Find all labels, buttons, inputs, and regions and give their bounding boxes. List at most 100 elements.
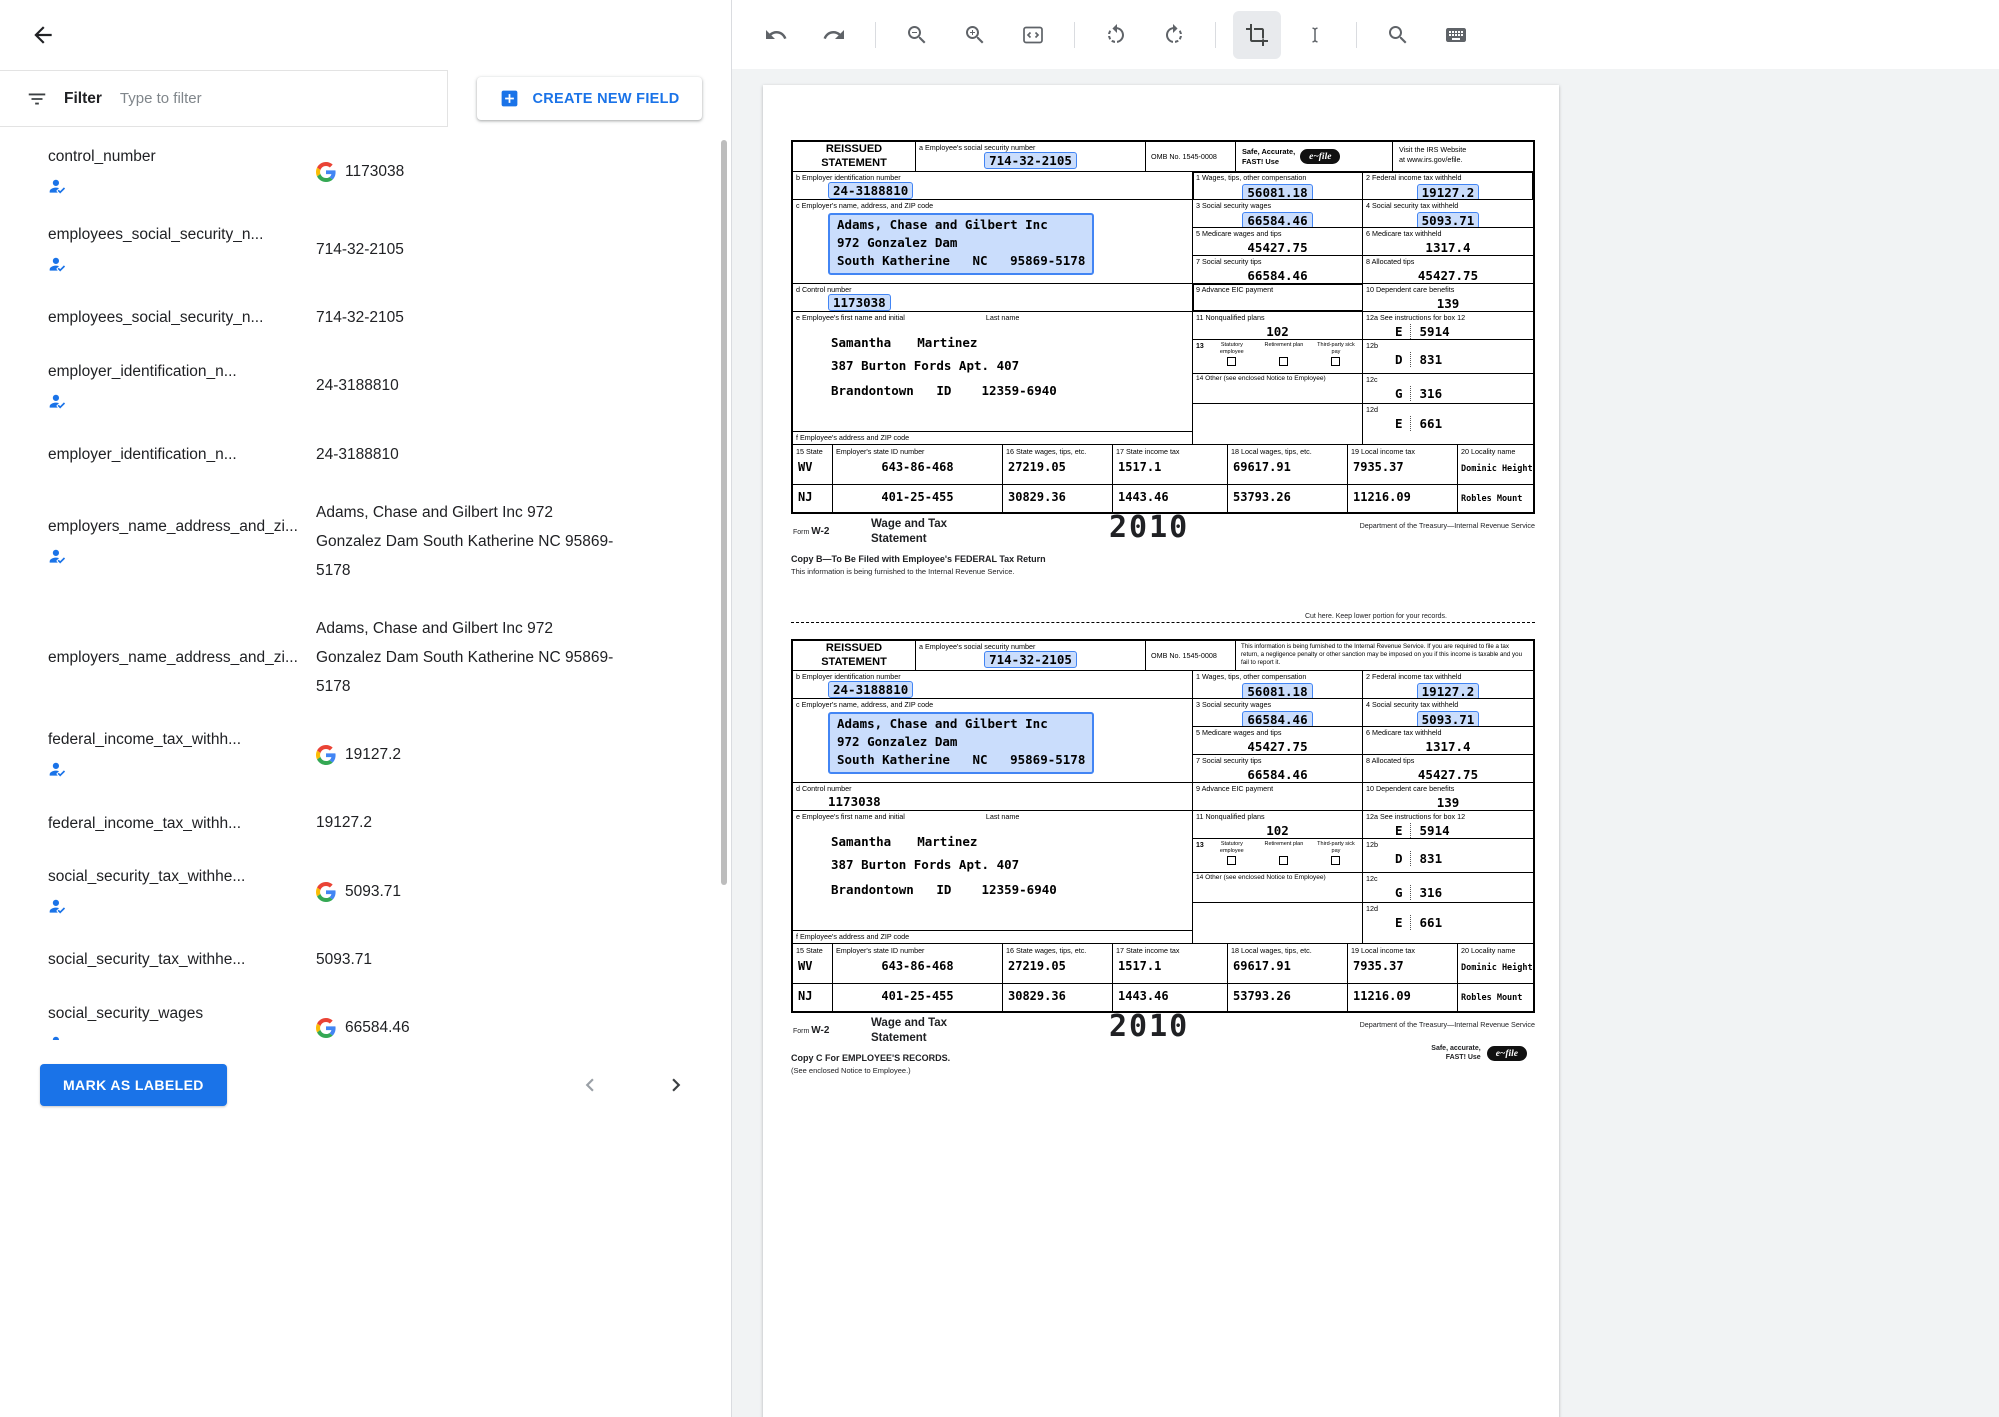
create-new-field-label: CREATE NEW FIELD <box>532 91 679 107</box>
human-reviewed-icon <box>48 391 298 411</box>
field-row[interactable]: social_security_tax_withhe... 5093.71 <box>48 931 705 990</box>
labeling-side-panel: Filter CREATE NEW FIELD control_number <box>0 0 732 1417</box>
box-2-cell: 2 Federal income tax withheld 19127.2 <box>1363 671 1533 698</box>
field-row[interactable]: social_security_wages 66584.46 <box>48 990 705 1040</box>
w2-header-row: REISSUED STATEMENT a Employee's social s… <box>793 142 1533 172</box>
irs-website-note: Visit the IRS Website at www.irs.gov/efi… <box>1393 142 1533 171</box>
box-3-value[interactable]: 66584.46 <box>1242 212 1312 227</box>
employer-address-value[interactable]: Adams, Chase and Gilbert Inc 972 Gonzale… <box>828 213 1094 275</box>
field-row[interactable]: employers_name_address_and_zi... Adams, … <box>48 600 705 716</box>
control-number-value[interactable]: 1173038 <box>828 294 891 311</box>
field-name: social_security_tax_withhe... <box>48 868 298 886</box>
box-2-value[interactable]: 19127.2 <box>1417 184 1480 199</box>
control-number-cell: d Control number 1173038 <box>793 284 1192 312</box>
ein-label: b Employer identification number <box>793 172 1192 182</box>
employer-address-value[interactable]: Adams, Chase and Gilbert Inc 972 Gonzale… <box>828 712 1094 774</box>
zoom-out-button[interactable] <box>893 11 941 59</box>
field-value-block: 66584.46 <box>316 1014 410 1040</box>
box-4-value[interactable]: 5093.71 <box>1417 711 1480 726</box>
ssn-cell: a Employee's social security number 714-… <box>916 641 1146 670</box>
add-bounding-box-button[interactable] <box>1233 11 1281 59</box>
field-row[interactable]: employees_social_security_n... 714-32-21… <box>48 289 705 348</box>
add-box-icon <box>499 88 520 109</box>
box-11-cell: 11 Nonqualified plans 102 <box>1193 811 1363 838</box>
human-reviewed-icon <box>48 546 298 566</box>
previous-document-button[interactable] <box>571 1066 609 1104</box>
box-1-2-row: 1 Wages, tips, other compensation 56081.… <box>1193 671 1533 699</box>
redo-button[interactable] <box>810 11 858 59</box>
field-row[interactable]: federal_income_tax_withh... 19127.2 <box>48 716 705 794</box>
box-2-value[interactable]: 19127.2 <box>1417 683 1480 698</box>
document-viewer[interactable]: REISSUED STATEMENT a Employee's social s… <box>732 69 1999 1417</box>
code-icon <box>1021 23 1045 47</box>
local-tax-2: 11216.09 <box>1348 490 1457 504</box>
w2-left-column: b Employer identification number 24-3188… <box>793 172 1193 444</box>
text-select-icon <box>1303 23 1327 47</box>
box-5-6-row: 5 Medicare wages and tips 45427.75 6 Med… <box>1193 727 1533 755</box>
control-number-label: d Control number <box>793 284 1192 294</box>
rotate-right-button[interactable] <box>1150 11 1198 59</box>
ssn-value[interactable]: 714-32-2105 <box>984 651 1077 668</box>
back-button[interactable] <box>24 16 62 54</box>
omb-number: OMB No. 1545-0008 <box>1146 142 1236 171</box>
box-12a-value: 5914 <box>1411 823 1450 838</box>
w2-right-column: 1 Wages, tips, other compensation 56081.… <box>1193 172 1533 444</box>
code-view-button[interactable] <box>1009 11 1057 59</box>
filter-bar: Filter <box>0 70 448 127</box>
field-row[interactable]: employers_name_address_and_zi... Adams, … <box>48 484 705 600</box>
form-number: Form W-2 <box>793 1025 829 1036</box>
footer-efile-promo: Safe, accurate, FAST! Use e~file <box>1431 1045 1527 1063</box>
box-1-value[interactable]: 56081.18 <box>1242 683 1312 698</box>
ein-value[interactable]: 24-3188810 <box>828 681 913 698</box>
control-number-value[interactable]: 1173038 <box>828 794 881 809</box>
employee-city-zip: Brandontown ID 12359-6940 <box>831 383 1057 398</box>
field-name-block: employers_name_address_and_zi... <box>48 649 316 667</box>
box-14-cell: 14 Other (see enclosed Notice to Employe… <box>1193 374 1363 403</box>
box-12a-cell: 12a See instructions for box 12 E5914 <box>1363 312 1533 339</box>
box-1-value[interactable]: 56081.18 <box>1242 184 1312 199</box>
field-row[interactable]: social_security_tax_withhe... 5093.71 <box>48 853 705 931</box>
ssn-value[interactable]: 714-32-2105 <box>984 152 1077 169</box>
box-1-cell: 1 Wages, tips, other compensation 56081.… <box>1193 671 1363 698</box>
field-value: 714-32-2105 <box>316 236 404 265</box>
field-row[interactable]: employees_social_security_n... 714-32-21… <box>48 211 705 289</box>
search-button[interactable] <box>1374 11 1422 59</box>
field-name-block: employer_identification_n... <box>48 446 316 464</box>
create-new-field-button[interactable]: CREATE NEW FIELD <box>477 77 701 120</box>
field-row[interactable]: employer_identification_n... 24-3188810 <box>48 426 705 485</box>
field-row[interactable]: federal_income_tax_withh... 19127.2 <box>48 794 705 853</box>
local-tax-2: 11216.09 <box>1348 989 1457 1003</box>
box-13-12b-row: 13 Statutory employee Retirement plan Th… <box>1193 340 1533 374</box>
list-scrollbar[interactable] <box>721 140 727 885</box>
box-4-value[interactable]: 5093.71 <box>1417 212 1480 227</box>
box-3-value[interactable]: 66584.46 <box>1242 711 1312 726</box>
state-1: WV <box>793 460 832 474</box>
rotate-left-button[interactable] <box>1092 11 1140 59</box>
box-12b-cell: 12b D831 <box>1363 340 1533 373</box>
filter-input[interactable] <box>118 89 447 108</box>
field-name-block: federal_income_tax_withh... <box>48 731 316 779</box>
employee-street: 387 Burton Fords Apt. 407 <box>831 358 1019 373</box>
state-wages-1: 27219.05 <box>1003 460 1112 474</box>
state-tax-1: 1517.1 <box>1113 460 1227 474</box>
statutory-employee-checkbox <box>1227 357 1236 366</box>
keyboard-shortcuts-button[interactable] <box>1432 11 1480 59</box>
zoom-in-button[interactable] <box>951 11 999 59</box>
box-13-cell: 13 Statutory employee Retirement plan Th… <box>1193 340 1363 373</box>
box-7-cell: 7 Social security tips 66584.46 <box>1193 256 1363 283</box>
mark-as-labeled-button[interactable]: MARK AS LABELED <box>40 1064 227 1106</box>
box-12d-value: 661 <box>1411 416 1443 431</box>
field-row[interactable]: employer_identification_n... 24-3188810 <box>48 348 705 426</box>
next-document-button[interactable] <box>657 1066 695 1104</box>
undo-button[interactable] <box>752 11 800 59</box>
ein-value[interactable]: 24-3188810 <box>828 182 913 199</box>
box-6-value: 1317.4 <box>1363 739 1533 754</box>
box-7-value: 66584.46 <box>1193 268 1362 283</box>
w2-form: REISSUED STATEMENT a Employee's social s… <box>791 639 1535 1013</box>
field-row[interactable]: control_number 1173038 <box>48 133 705 211</box>
text-select-button[interactable] <box>1291 11 1339 59</box>
irs-efile-logo: e~file <box>1487 1046 1527 1061</box>
w2-footer: Form W-2 Wage and Tax Statement 2010 Dep… <box>791 514 1535 584</box>
box-12d-row: 12d E661 <box>1193 404 1533 444</box>
field-name: federal_income_tax_withh... <box>48 731 298 749</box>
